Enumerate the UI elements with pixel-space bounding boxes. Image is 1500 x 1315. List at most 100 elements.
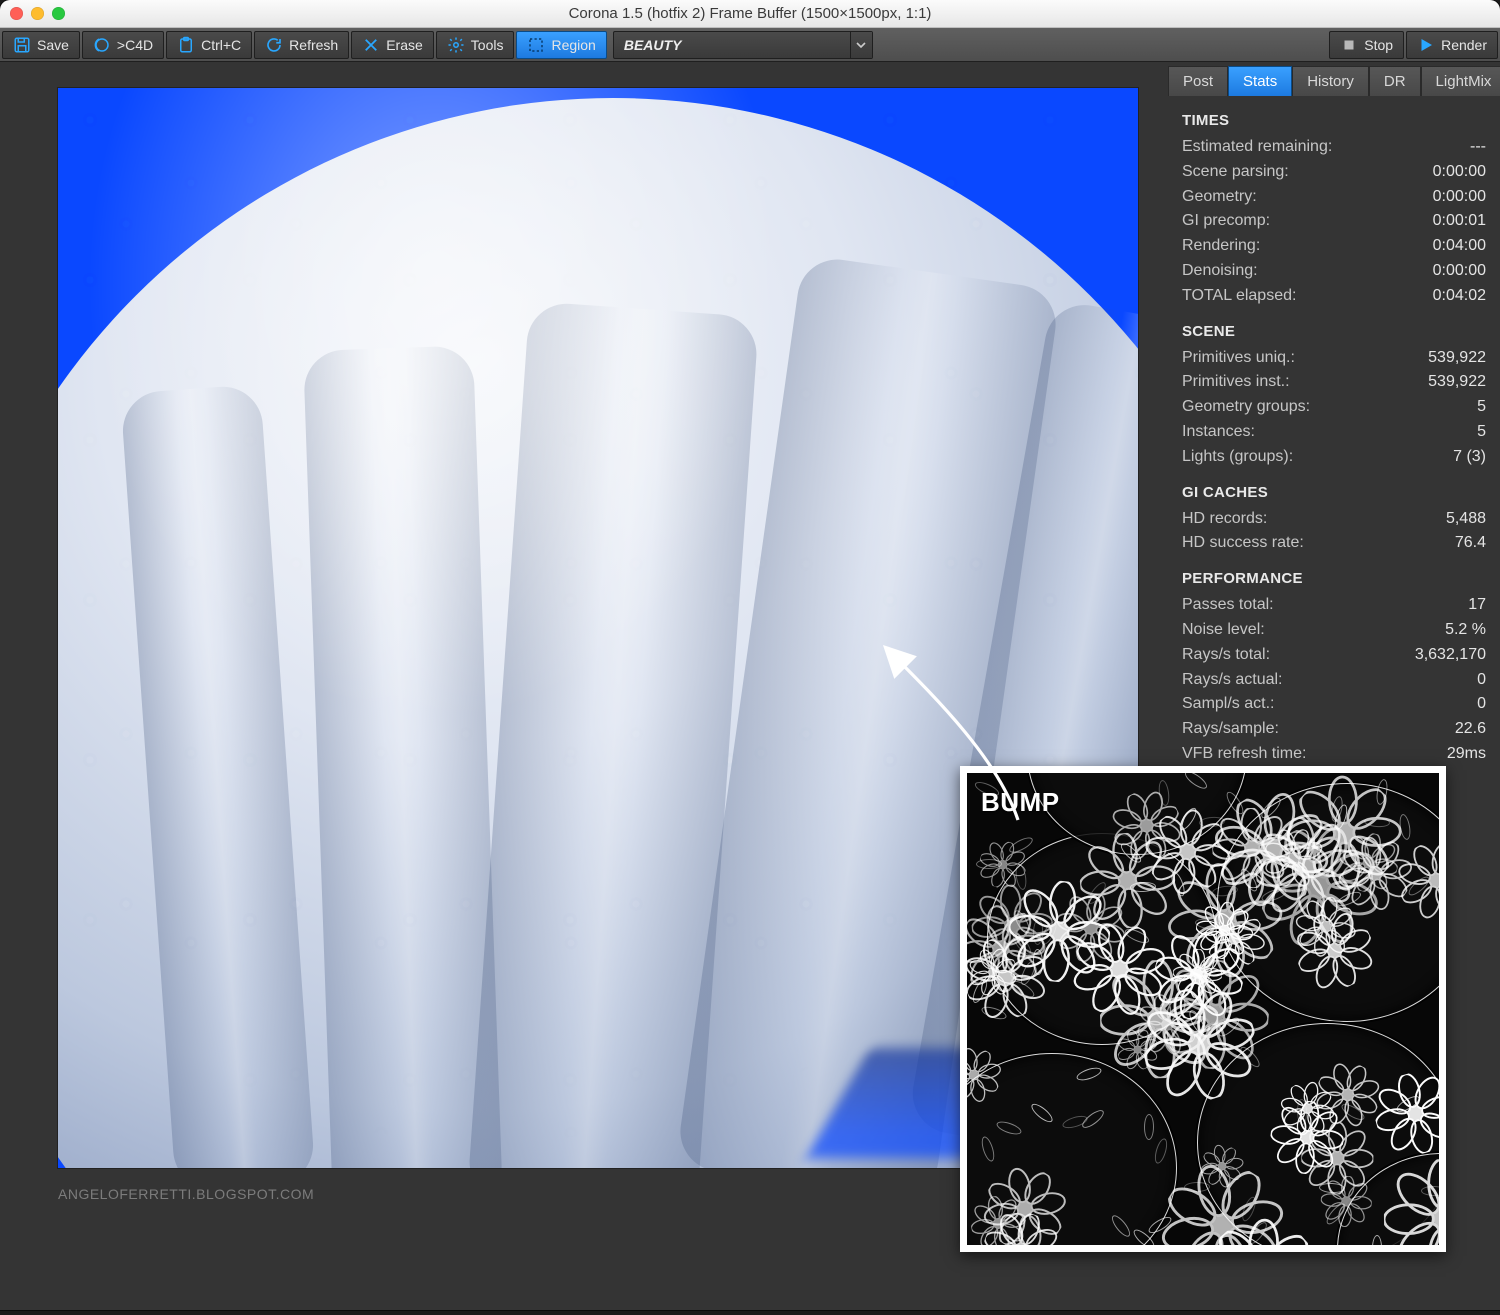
stat-row: HD success rate:76.4 — [1182, 531, 1486, 556]
stat-label: Geometry: — [1182, 185, 1257, 210]
zoom-icon[interactable] — [52, 7, 65, 20]
refresh-button[interactable]: Refresh — [254, 31, 349, 59]
perf-header: PERFORMANCE — [1182, 570, 1486, 587]
tab-post[interactable]: Post — [1168, 66, 1228, 96]
stat-value: 17 — [1468, 593, 1486, 618]
stat-row: VFB refresh time: 29ms — [1182, 742, 1486, 767]
render-button[interactable]: Render — [1406, 31, 1498, 59]
stat-label: Rays/s actual: — [1182, 668, 1282, 693]
stat-value: 5,488 — [1446, 507, 1486, 532]
stat-row: Primitives uniq.:539,922 — [1182, 346, 1486, 371]
stat-value: 5 — [1477, 395, 1486, 420]
stat-label: GI precomp: — [1182, 209, 1270, 234]
stat-label: Instances: — [1182, 420, 1255, 445]
refresh-icon — [265, 36, 283, 54]
stat-label: Estimated remaining: — [1182, 135, 1332, 160]
bump-label: BUMP — [981, 787, 1060, 818]
stat-label: Primitives inst.: — [1182, 370, 1290, 395]
region-icon — [527, 36, 545, 54]
stat-value: 5 — [1477, 420, 1486, 445]
erase-label: Erase — [386, 37, 423, 53]
stat-label: Noise level: — [1182, 618, 1265, 643]
stat-row: Primitives inst.: 539,922 — [1182, 370, 1486, 395]
play-icon — [1417, 36, 1435, 54]
stat-row: Instances: 5 — [1182, 420, 1486, 445]
stat-row: Noise level: 5.2 % — [1182, 618, 1486, 643]
bump-texture: BUMP — [967, 773, 1439, 1245]
stat-value: 22.6 — [1455, 717, 1486, 742]
gear-icon — [447, 36, 465, 54]
stop-button[interactable]: Stop — [1329, 31, 1404, 59]
tools-button[interactable]: Tools — [436, 31, 515, 59]
scene-header: SCENE — [1182, 323, 1486, 340]
stat-row: HD records:5,488 — [1182, 507, 1486, 532]
stat-row: Geometry: 0:00:00 — [1182, 185, 1486, 210]
tools-label: Tools — [471, 37, 504, 53]
stat-row: Passes total: 17 — [1182, 593, 1486, 618]
stop-icon — [1340, 36, 1358, 54]
main-toolbar: Save >C4D Ctrl+C Refresh Erase Tools Reg… — [0, 28, 1500, 62]
stat-row: Geometry groups: 5 — [1182, 395, 1486, 420]
stat-label: Rendering: — [1182, 234, 1260, 259]
minimize-icon[interactable] — [31, 7, 44, 20]
titlebar: Corona 1.5 (hotfix 2) Frame Buffer (1500… — [0, 0, 1500, 28]
stat-value: 29ms — [1447, 742, 1486, 767]
tab-dr[interactable]: DR — [1369, 66, 1421, 96]
erase-icon — [362, 36, 380, 54]
clipboard-icon — [177, 36, 195, 54]
stat-value: 0:00:00 — [1433, 185, 1486, 210]
stop-label: Stop — [1364, 37, 1393, 53]
save-label: Save — [37, 37, 69, 53]
stat-row: Lights (groups):7 (3) — [1182, 445, 1486, 470]
stat-value: 539,922 — [1428, 370, 1486, 395]
close-icon[interactable] — [10, 7, 23, 20]
tab-history[interactable]: History — [1292, 66, 1369, 96]
stat-value: 3,632,170 — [1415, 643, 1486, 668]
chevron-down-icon — [850, 32, 872, 58]
stat-value: 539,922 — [1428, 346, 1486, 371]
stat-value: --- — [1470, 135, 1486, 160]
stat-value: 0 — [1477, 692, 1486, 717]
stat-row: Estimated remaining: --- — [1182, 135, 1486, 160]
stat-row: Rays/s actual: 0 — [1182, 668, 1486, 693]
stat-row: Rays/s total: 3,632,170 — [1182, 643, 1486, 668]
stat-value: 5.2 % — [1445, 618, 1486, 643]
window-title: Corona 1.5 (hotfix 2) Frame Buffer (1500… — [569, 5, 932, 22]
render-label: Render — [1441, 37, 1487, 53]
stat-row: Rendering: 0:04:00 — [1182, 234, 1486, 259]
bump-swatch: BUMP — [960, 766, 1446, 1252]
to-c4d-button[interactable]: >C4D — [82, 31, 164, 59]
frame-buffer-window: Corona 1.5 (hotfix 2) Frame Buffer (1500… — [0, 0, 1500, 1310]
stat-label: Rays/s total: — [1182, 643, 1270, 668]
erase-button[interactable]: Erase — [351, 31, 434, 59]
stat-value: 0:04:02 — [1433, 284, 1486, 309]
stat-label: Passes total: — [1182, 593, 1274, 618]
stat-label: Geometry groups: — [1182, 395, 1310, 420]
stat-row: Denoising:0:00:00 — [1182, 259, 1486, 284]
stat-value: 0:04:00 — [1433, 234, 1486, 259]
copy-button[interactable]: Ctrl+C — [166, 31, 252, 59]
stat-value: 0:00:01 — [1433, 209, 1486, 234]
stat-label: Rays/sample: — [1182, 717, 1279, 742]
floppy-icon — [13, 36, 31, 54]
stat-row: GI precomp: 0:00:01 — [1182, 209, 1486, 234]
save-button[interactable]: Save — [2, 31, 80, 59]
render-pass-dropdown[interactable]: BEAUTY — [613, 31, 873, 59]
stat-row: Sampl/s act.: 0 — [1182, 692, 1486, 717]
tab-stats[interactable]: Stats — [1228, 66, 1292, 96]
stat-label: VFB refresh time: — [1182, 742, 1306, 767]
refresh-label: Refresh — [289, 37, 338, 53]
window-controls — [10, 7, 65, 20]
stat-row: Rays/sample: 22.6 — [1182, 717, 1486, 742]
region-label: Region — [551, 37, 595, 53]
tab-lightmix[interactable]: LightMix — [1421, 66, 1500, 96]
stat-label: Lights (groups): — [1182, 445, 1293, 470]
stat-value: 0 — [1477, 668, 1486, 693]
region-button[interactable]: Region — [516, 31, 606, 59]
stat-label: Sampl/s act.: — [1182, 692, 1274, 717]
c4d-label: >C4D — [117, 37, 153, 53]
render-pass-value: BEAUTY — [624, 37, 682, 53]
c4d-icon — [93, 36, 111, 54]
times-header: TIMES — [1182, 112, 1486, 129]
stat-value: 0:00:00 — [1433, 259, 1486, 284]
